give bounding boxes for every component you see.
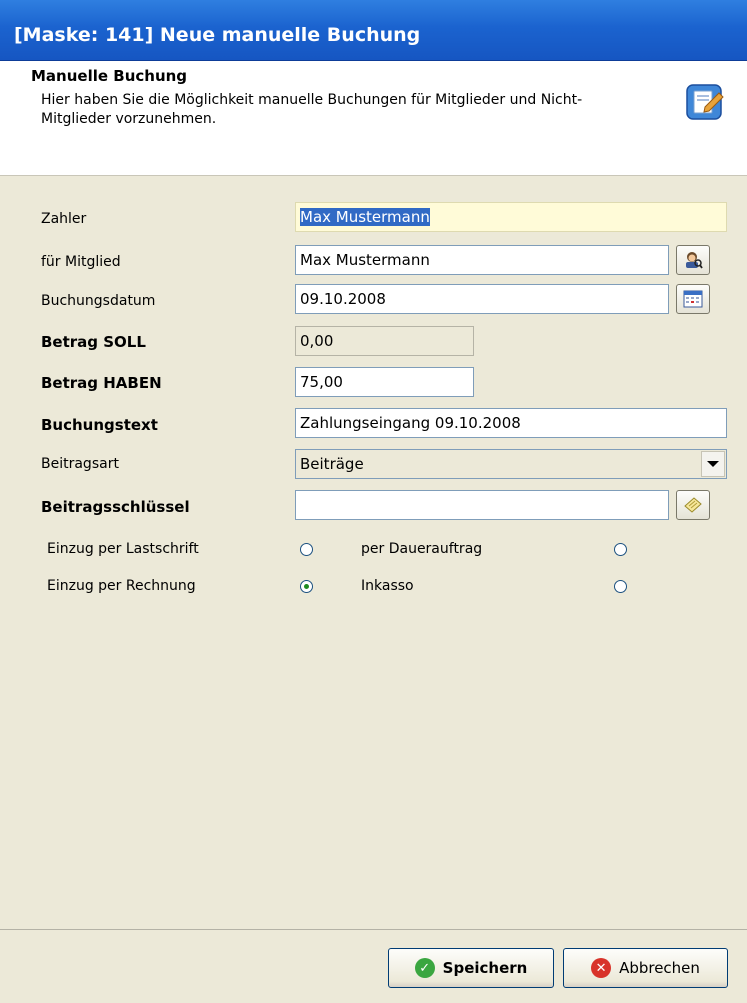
rechnung-label: Einzug per Rechnung [47,578,196,594]
footer-divider [0,929,747,930]
zahler-label: Zahler [41,211,87,227]
chevron-down-icon [707,461,719,467]
schluessel-input[interactable] [295,490,669,520]
note-button[interactable] [676,490,710,520]
haben-label: Betrag HABEN [41,374,162,392]
dauerauftrag-label: per Dauerauftrag [361,541,483,557]
title-bar: [Maske: 141] Neue manuelle Buchung [0,0,747,61]
mitglied-input[interactable]: Max Mustermann [295,245,669,275]
soll-label: Betrag SOLL [41,333,146,351]
soll-input: 0,00 [295,326,474,356]
close-icon: ✕ [591,958,612,978]
cancel-button[interactable]: ✕ Abbrechen [563,948,728,988]
lastschrift-label: Einzug per Lastschrift [47,541,199,557]
window-title: [Maske: 141] Neue manuelle Buchung [14,24,421,46]
datum-input[interactable]: 09.10.2008 [295,284,669,314]
cancel-button-label: Abbrechen [619,959,700,977]
member-lookup-icon [686,252,703,269]
save-button[interactable]: ✓ Speichern [388,948,554,988]
rechnung-radio[interactable] [300,580,313,593]
checkmark-icon: ✓ [414,958,435,978]
schluessel-label: Beitragsschlüssel [41,498,190,516]
calendar-button[interactable] [676,284,710,314]
inkasso-radio[interactable] [614,580,627,593]
lastschrift-radio[interactable] [300,543,313,556]
save-button-label: Speichern [442,959,528,977]
dropdown-button[interactable] [701,451,725,477]
header-title: Manuelle Buchung [31,67,188,85]
inkasso-label: Inkasso [361,578,414,594]
zahler-input[interactable]: Max Mustermann [295,202,727,232]
calendar-icon [683,290,703,308]
beitragsart-select[interactable]: Beiträge [295,449,727,479]
buchungstext-input[interactable]: Zahlungseingang 09.10.2008 [295,408,727,438]
edit-document-icon [686,84,724,120]
mitglied-label: für Mitglied [41,254,121,270]
datum-label: Buchungsdatum [41,293,156,309]
beitragsart-label: Beitragsart [41,456,119,472]
haben-input[interactable]: 75,00 [295,367,474,397]
header-description: Hier haben Sie die Möglichkeit manuelle … [41,92,583,127]
beitragsart-value: Beiträge [300,455,364,473]
dialog-header: Manuelle Buchung Hier haben Sie die Mögl… [0,61,747,176]
note-icon [684,497,702,513]
dauerauftrag-radio[interactable] [614,543,627,556]
zahler-value: Max Mustermann [300,208,430,226]
buchungstext-label: Buchungstext [41,416,158,434]
member-lookup-button[interactable] [676,245,710,275]
